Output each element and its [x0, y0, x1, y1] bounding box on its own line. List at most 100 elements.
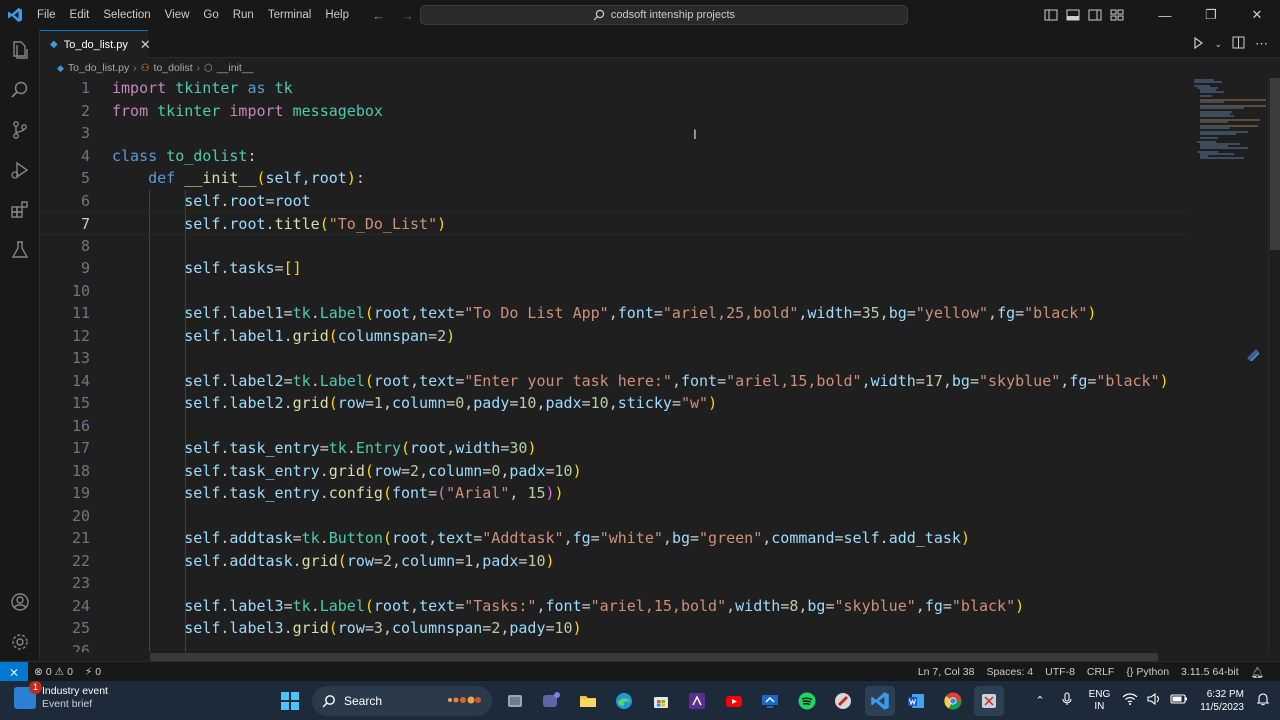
close-tab-icon[interactable]: ✕: [140, 37, 151, 53]
language-mode[interactable]: {} Python: [1120, 666, 1175, 678]
customize-layout-icon[interactable]: [1106, 0, 1128, 30]
extensions-icon[interactable]: [0, 190, 40, 230]
word-icon[interactable]: [901, 686, 931, 716]
horizontal-scrollbar[interactable]: [150, 653, 1158, 661]
breadcrumb-class[interactable]: to_dolist: [154, 62, 193, 74]
split-editor-icon[interactable]: [1232, 36, 1245, 52]
notification-center-bell-icon[interactable]: [1252, 692, 1280, 709]
python-interpreter[interactable]: 3.11.5 64-bit: [1175, 666, 1245, 678]
visual-studio-icon[interactable]: [682, 686, 712, 716]
breadcrumb-file[interactable]: To_do_list.py: [68, 62, 129, 74]
code-line[interactable]: 16: [40, 415, 1188, 438]
vertical-scrollbar[interactable]: [1268, 78, 1280, 652]
code-line[interactable]: 14 self.label2=tk.Label(root,text="Enter…: [40, 370, 1188, 393]
code-line[interactable]: 6 self.root=root: [40, 190, 1188, 213]
tab-to-do-list-py[interactable]: ◆ To_do_list.py ✕: [40, 30, 151, 58]
chrome-icon[interactable]: [938, 686, 968, 716]
menu-run[interactable]: Run: [226, 0, 261, 30]
youtube-icon[interactable]: [719, 686, 749, 716]
code-line[interactable]: 18 self.task_entry.grid(row=2,column=0,p…: [40, 460, 1188, 483]
search-sidebar-icon[interactable]: [0, 70, 40, 110]
code-line[interactable]: 21 self.addtask=tk.Button(root,text="Add…: [40, 527, 1188, 550]
code-editor[interactable]: I 1 import tkinter as tk 2 from tkinter imp…: [40, 78, 1188, 652]
breadcrumb-method[interactable]: __init__: [217, 62, 254, 74]
battery-icon[interactable]: [1166, 693, 1192, 708]
code-line[interactable]: 8: [40, 235, 1188, 258]
run-python-file-icon[interactable]: [1192, 36, 1204, 52]
code-line[interactable]: 9 self.tasks=[]: [40, 257, 1188, 280]
vscode-taskbar-icon[interactable]: [865, 686, 895, 716]
code-line[interactable]: 2 from tkinter import messagebox: [40, 100, 1188, 123]
notifications-bell-icon[interactable]: 🔔︎: [1245, 666, 1270, 679]
copilot-icon[interactable]: [1244, 346, 1262, 367]
run-and-debug-icon[interactable]: [0, 150, 40, 190]
menu-go[interactable]: Go: [196, 0, 225, 30]
toggle-secondary-sidebar-icon[interactable]: [1084, 0, 1106, 30]
vertical-scrollbar-thumb[interactable]: [1270, 78, 1280, 250]
code-line[interactable]: 20: [40, 505, 1188, 528]
code-line[interactable]: 1 import tkinter as tk: [40, 78, 1188, 100]
code-line[interactable]: 19 self.task_entry.config(font=("Arial",…: [40, 482, 1188, 505]
code-line[interactable]: 23: [40, 572, 1188, 595]
winrar-icon[interactable]: [828, 686, 858, 716]
code-line[interactable]: 10: [40, 280, 1188, 303]
edge-browser-icon[interactable]: [609, 686, 639, 716]
snipping-tool-icon[interactable]: [974, 686, 1004, 716]
menu-terminal[interactable]: Terminal: [261, 0, 318, 30]
back-arrow-icon[interactable]: ←: [372, 8, 385, 23]
run-options-chevron-icon[interactable]: ⌄: [1214, 39, 1222, 50]
menu-edit[interactable]: Edit: [63, 0, 97, 30]
code-line[interactable]: 3: [40, 122, 1188, 145]
code-line[interactable]: 25 self.label3.grid(row=3,columnspan=2,p…: [40, 617, 1188, 640]
command-center-search[interactable]: codsoft intenship projects: [420, 5, 908, 25]
task-view-icon[interactable]: [500, 686, 530, 716]
input-language[interactable]: ENG IN: [1081, 689, 1119, 713]
microphone-icon[interactable]: [1053, 692, 1081, 709]
settings-gear-icon[interactable]: [0, 622, 40, 662]
indentation[interactable]: Spaces: 4: [980, 666, 1039, 678]
menu-selection[interactable]: Selection: [96, 0, 157, 30]
accounts-icon[interactable]: [0, 582, 40, 622]
testing-icon[interactable]: [0, 230, 40, 270]
code-line[interactable]: 24 self.label3=tk.Label(root,text="Tasks…: [40, 595, 1188, 618]
code-line[interactable]: 4 class to_dolist:: [40, 145, 1188, 168]
teams-chat-icon[interactable]: [536, 686, 566, 716]
show-hidden-icons-chevron-icon[interactable]: ⌃: [1027, 694, 1052, 707]
menu-view[interactable]: View: [158, 0, 197, 30]
code-line[interactable]: 11 self.label1=tk.Label(root,text="To Do…: [40, 302, 1188, 325]
file-explorer-icon[interactable]: [573, 686, 603, 716]
encoding[interactable]: UTF-8: [1039, 666, 1081, 678]
spotify-icon[interactable]: [792, 686, 822, 716]
code-line[interactable]: 12 self.label1.grid(columnspan=2): [40, 325, 1188, 348]
widgets-button[interactable]: 1 Industry event Event brief: [14, 681, 108, 711]
volume-icon[interactable]: [1142, 692, 1166, 709]
menu-help[interactable]: Help: [318, 0, 356, 30]
menu-file[interactable]: File: [30, 0, 63, 30]
maximize-button[interactable]: ❐: [1188, 0, 1234, 30]
code-line[interactable]: 15 self.label2.grid(row=1,column=0,pady=…: [40, 392, 1188, 415]
start-button[interactable]: [275, 686, 305, 716]
explorer-icon[interactable]: [0, 30, 40, 70]
code-line[interactable]: 5 def __init__(self,root):: [40, 167, 1188, 190]
remote-desktop-icon[interactable]: [755, 686, 785, 716]
wifi-icon[interactable]: [1118, 692, 1142, 709]
code-line[interactable]: 17 self.task_entry=tk.Entry(root,width=3…: [40, 437, 1188, 460]
code-line[interactable]: 7 self.root.title("To_Do_List"): [40, 212, 1188, 235]
remote-indicator-icon[interactable]: ⨯: [0, 661, 28, 682]
cursor-position[interactable]: Ln 7, Col 38: [912, 666, 981, 678]
close-button[interactable]: ✕: [1234, 0, 1280, 30]
ports-indicator[interactable]: ⚡︎ 0: [79, 666, 107, 678]
toggle-panel-icon[interactable]: [1062, 0, 1084, 30]
code-line[interactable]: 22 self.addtask.grid(row=2,column=1,padx…: [40, 550, 1188, 573]
code-line[interactable]: 26: [40, 640, 1188, 653]
clock[interactable]: 6:32 PM 11/5/2023: [1192, 688, 1252, 714]
source-control-icon[interactable]: [0, 110, 40, 150]
end-of-line[interactable]: CRLF: [1081, 666, 1120, 678]
forward-arrow-icon[interactable]: →: [401, 8, 414, 23]
problems-indicator[interactable]: ⊗ 0 ⚠ 0: [28, 666, 79, 678]
minimize-button[interactable]: —: [1142, 0, 1188, 30]
code-line[interactable]: 13: [40, 347, 1188, 370]
microsoft-store-icon[interactable]: [646, 686, 676, 716]
toggle-primary-sidebar-icon[interactable]: [1040, 0, 1062, 30]
taskbar-search[interactable]: Search: [312, 686, 492, 716]
